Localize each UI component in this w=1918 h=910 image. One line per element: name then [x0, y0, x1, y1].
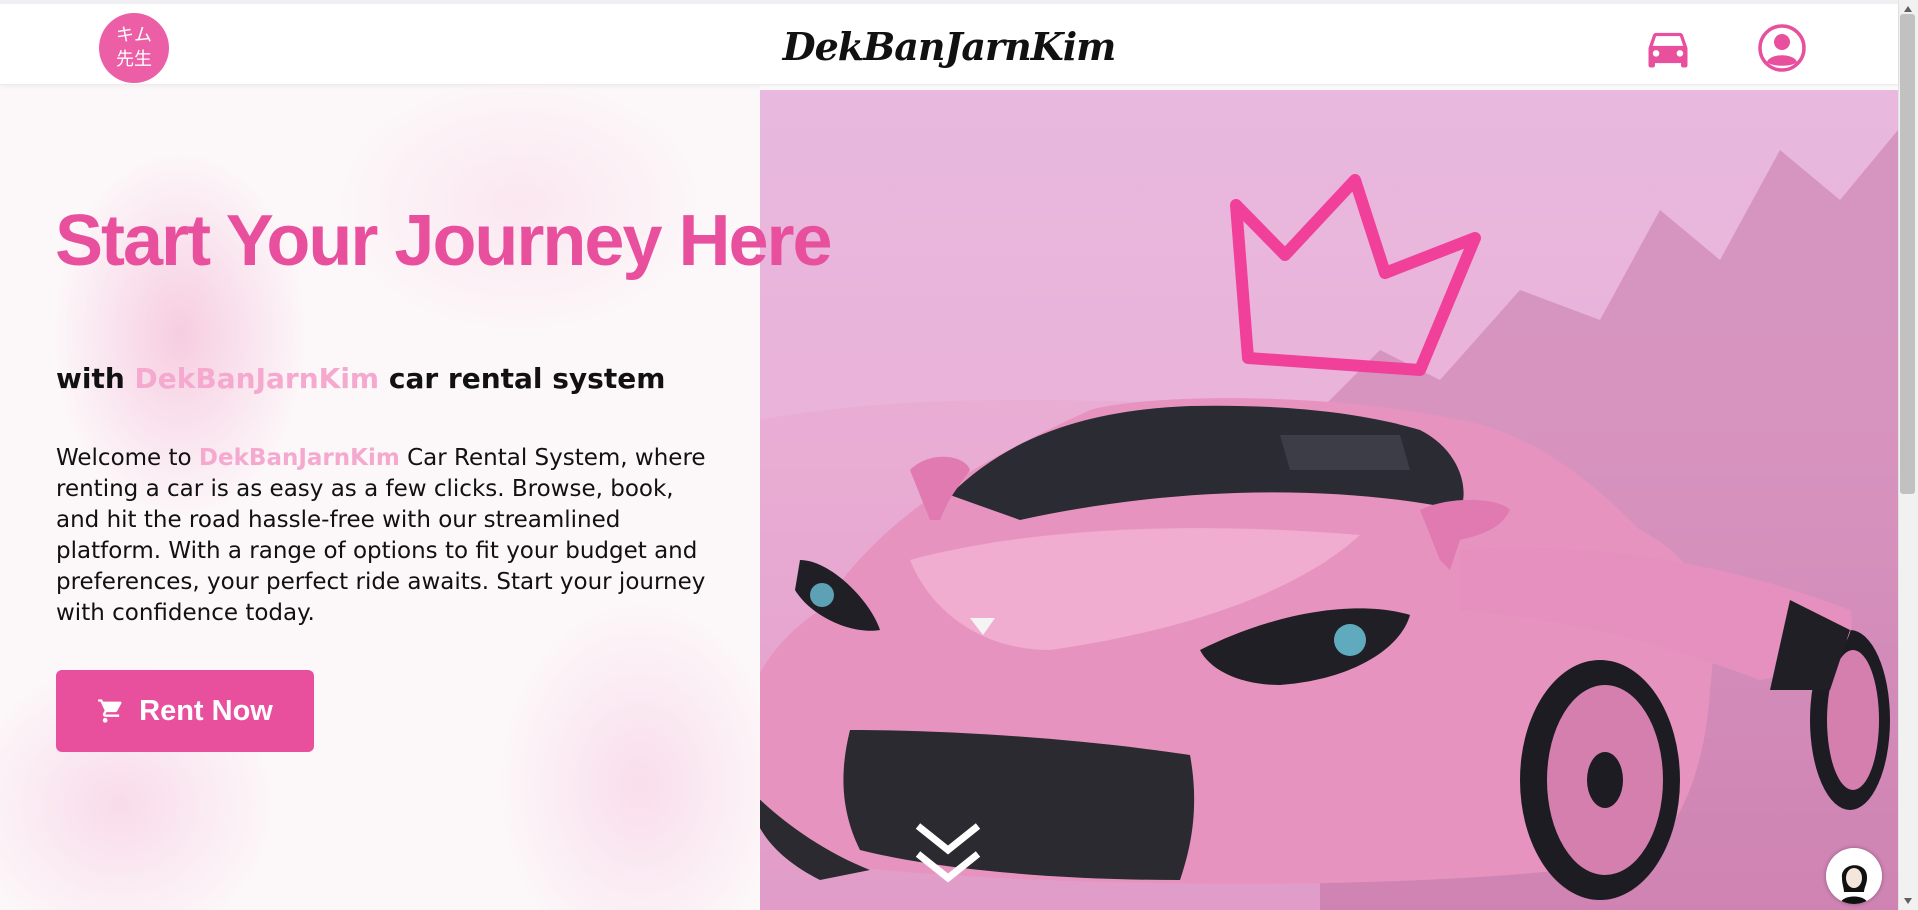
subheadline-suffix: car rental system — [388, 362, 666, 395]
description-brand: DekBanJarnKim — [198, 445, 400, 471]
hero-car-illustration — [760, 130, 1898, 910]
hero-description: Welcome to DekBanJarnKim Car Rental Syst… — [56, 443, 716, 629]
description-body: Car Rental System, where renting a car i… — [56, 445, 706, 626]
scroll-down-arrow-icon[interactable] — [1903, 896, 1913, 906]
car-roof-vent — [1280, 435, 1410, 470]
description-prefix: Welcome to — [56, 445, 192, 471]
hero-subheadline: with DekBanJarnKim car rental system — [56, 362, 665, 395]
car-headlight-lamp — [1334, 624, 1366, 656]
crown-icon — [1230, 174, 1481, 376]
user-account-icon[interactable] — [1756, 22, 1808, 74]
brand-title[interactable]: DekBanJarnKim — [0, 24, 1898, 69]
support-avatar[interactable] — [1826, 848, 1882, 904]
subheadline-brand: DekBanJarnKim — [134, 362, 380, 395]
scroll-up-arrow-icon[interactable] — [1903, 4, 1913, 14]
rent-now-button[interactable]: Rent Now — [56, 670, 314, 752]
double-chevron-down-icon[interactable] — [912, 820, 984, 892]
hero-image — [760, 90, 1898, 910]
hero-headline: Start Your Journey Here — [55, 201, 833, 281]
avatar-icon — [1826, 848, 1882, 904]
car-headlight-lamp — [810, 583, 834, 607]
subheadline-prefix: with — [56, 362, 125, 395]
scrollbar-thumb[interactable] — [1900, 14, 1915, 494]
car-rim-hub — [1587, 752, 1623, 808]
car-grille — [843, 730, 1195, 880]
top-navbar: キム 先生 DekBanJarnKim — [0, 4, 1898, 85]
rent-now-label: Rent Now — [139, 694, 273, 727]
car-icon[interactable] — [1642, 22, 1694, 74]
cart-icon — [98, 699, 122, 723]
